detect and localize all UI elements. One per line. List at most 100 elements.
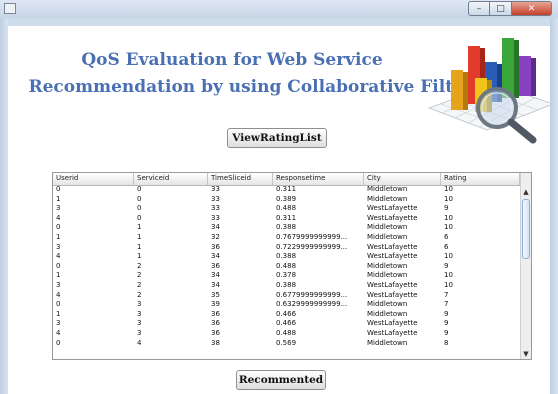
bar-chart-magnifier-icon [427,38,555,144]
col-rating-cell: 8 [444,338,449,347]
col-rating-cell: 6 [444,232,449,241]
table-vertical-scrollbar[interactable]: ▲ ▼ [520,173,531,359]
table-row[interactable]: 0 3 39 0.6329999999999... Middletown 7 [53,300,520,310]
table-body: 0 0 33 0.311 Middletown 10 1 0 33 0.389 Middletown… [53,185,520,348]
col-timesliceid-cell: 35 [211,290,220,299]
col-timesliceid-cell: 33 [211,194,220,203]
minimize-button[interactable]: – [468,1,490,16]
table-row[interactable]: 1 1 32 0.7679999999999... Middletown 6 [53,233,520,243]
col-userid-cell: 0 [56,338,61,347]
col-rating-cell: 10 [444,223,453,232]
col-timesliceid-cell: 33 [211,213,220,222]
table-row[interactable]: 4 3 36 0.488 WestLafayette 9 [53,329,520,339]
col-responsetime-cell: 0.7229999999999... [276,242,348,251]
col-city-cell: Middletown [367,338,408,347]
window-title-bar: – □ ✕ [0,0,558,18]
table-row[interactable]: 3 0 33 0.488 WestLafayette 9 [53,204,520,214]
table-row[interactable]: 0 2 36 0.488 Middletown 9 [53,262,520,272]
col-userid-cell: 3 [56,242,61,251]
col-rating-cell: 10 [444,213,453,222]
table-row[interactable]: 3 3 36 0.466 WestLafayette 9 [53,319,520,329]
col-responsetime-cell: 0.388 [276,223,297,232]
col-userid-cell: 1 [56,194,61,203]
table-row[interactable]: 4 0 33 0.311 WestLafayette 10 [53,214,520,224]
col-userid-cell: 0 [56,261,61,270]
col-serviceid-cell: 2 [137,280,142,289]
col-responsetime-cell: 0.488 [276,204,297,213]
col-timesliceid-cell: 36 [211,309,220,318]
col-serviceid-cell: 3 [137,319,142,328]
col-serviceid-cell: 1 [137,232,142,241]
col-responsetime-cell: 0.311 [276,213,297,222]
col-timesliceid-cell: 34 [211,271,220,280]
col-city-cell: WestLafayette [367,213,418,222]
maximize-button[interactable]: □ [490,1,512,16]
table-row[interactable]: 0 4 38 0.569 Middletown 8 [53,339,520,349]
col-userid-cell: 3 [56,319,61,328]
col-userid-cell: 0 [56,300,61,309]
col-responsetime-cell: 0.488 [276,261,297,270]
col-timesliceid-cell: 36 [211,242,220,251]
col-city-cell: Middletown [367,185,408,193]
col-serviceid-cell: 0 [137,213,142,222]
col-city-header[interactable]: City [364,173,441,185]
scroll-down-arrow-icon[interactable]: ▼ [521,349,531,359]
col-rating-cell: 6 [444,242,449,251]
col-timesliceid-cell: 36 [211,319,220,328]
col-timesliceid-cell: 33 [211,204,220,213]
view-rating-list-button[interactable]: ViewRatingList [227,128,327,148]
col-userid-cell: 3 [56,280,61,289]
table-row[interactable]: 1 3 36 0.466 Middletown 9 [53,310,520,320]
col-city-cell: Middletown [367,261,408,270]
col-responsetime-cell: 0.388 [276,252,297,261]
col-timesliceid-cell: 34 [211,280,220,289]
col-timesliceid-cell: 36 [211,261,220,270]
table-row[interactable]: 1 2 34 0.378 Middletown 10 [53,271,520,281]
col-city-cell: WestLafayette [367,319,418,328]
col-serviceid-cell: 2 [137,290,142,299]
col-responsetime-header[interactable]: Responsetime [273,173,364,185]
table-row[interactable]: 3 1 36 0.7229999999999... WestLafayette 6 [53,243,520,253]
col-serviceid-header[interactable]: Serviceid [134,173,208,185]
recommend-button[interactable]: Recommented [236,370,326,390]
close-button[interactable]: ✕ [512,1,552,16]
col-userid-cell: 4 [56,328,61,337]
col-serviceid-cell: 1 [137,252,142,261]
col-city-cell: WestLafayette [367,290,418,299]
col-timesliceid-cell: 36 [211,328,220,337]
col-serviceid-cell: 3 [137,309,142,318]
col-rating-cell: 10 [444,280,453,289]
col-userid-cell: 4 [56,213,61,222]
col-userid-header[interactable]: Userid [53,173,134,185]
window-left-border [0,18,8,394]
col-responsetime-cell: 0.388 [276,280,297,289]
table-row[interactable]: 0 1 34 0.388 Middletown 10 [53,223,520,233]
col-responsetime-cell: 0.6329999999999... [276,300,348,309]
table-row[interactable]: 4 2 35 0.6779999999999... WestLafayette 7 [53,291,520,301]
col-timesliceid-header[interactable]: TimeSliceid [208,173,273,185]
table-row[interactable]: 3 2 34 0.388 WestLafayette 10 [53,281,520,291]
table-row[interactable]: 4 1 34 0.388 WestLafayette 10 [53,252,520,262]
rating-table[interactable]: Userid Serviceid TimeSliceid Responsetime Ci… [52,172,532,360]
col-rating-header[interactable]: Rating [441,173,520,185]
table-row[interactable]: 0 0 33 0.311 Middletown 10 [53,185,520,195]
col-serviceid-cell: 3 [137,300,142,309]
col-timesliceid-cell: 32 [211,232,220,241]
col-serviceid-cell: 0 [137,194,142,203]
scrollbar-thumb[interactable] [522,199,530,259]
col-serviceid-cell: 2 [137,261,142,270]
main-panel: QoS Evaluation for Web Service Recommend… [8,26,555,394]
col-serviceid-cell: 1 [137,242,142,251]
col-city-cell: WestLafayette [367,328,418,337]
col-city-cell: Middletown [367,271,408,280]
col-responsetime-cell: 0.569 [276,338,297,347]
col-timesliceid-cell: 33 [211,185,220,193]
window-controls: – □ ✕ [468,1,552,16]
col-city-cell: Middletown [367,223,408,232]
app-window-icon [4,3,16,14]
col-timesliceid-cell: 34 [211,252,220,261]
col-rating-cell: 10 [444,271,453,280]
table-row[interactable]: 1 0 33 0.389 Middletown 10 [53,195,520,205]
col-userid-cell: 1 [56,309,61,318]
scroll-up-arrow-icon[interactable]: ▲ [521,187,531,197]
